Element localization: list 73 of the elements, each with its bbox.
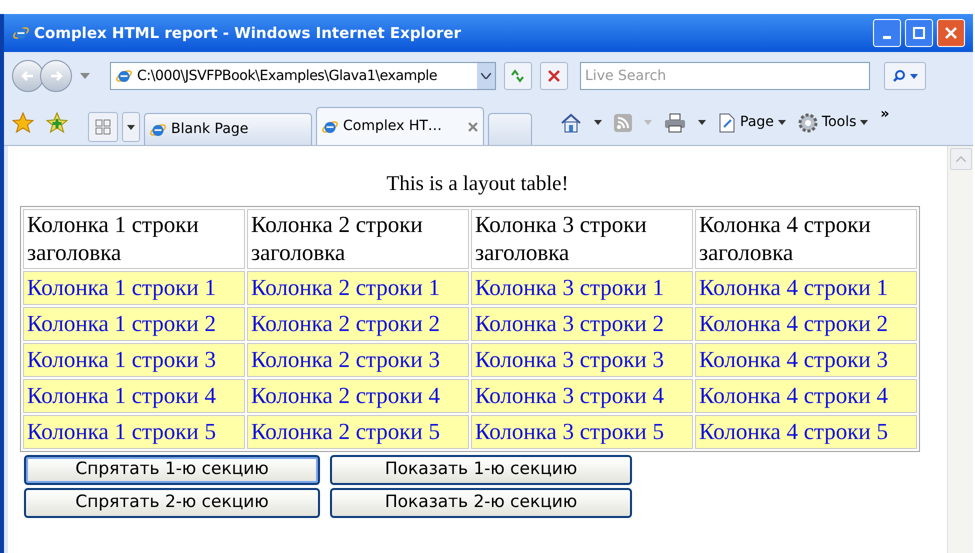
table-cell: Колонка 3 строки 2 xyxy=(471,306,693,340)
header-cell: Колонка 3 строки заголовка xyxy=(471,208,693,268)
section-button[interactable]: Показать 2-ю секцию xyxy=(330,488,632,518)
table-cell: Колонка 1 строки 1 xyxy=(23,270,245,304)
favorites-star-icon[interactable] xyxy=(12,112,34,134)
header-cell: Колонка 4 строки заголовка xyxy=(695,208,917,268)
close-tab-icon[interactable] xyxy=(467,120,479,132)
toolbar-menu-button[interactable]: Page xyxy=(718,112,786,133)
table-cell: Колонка 2 строки 1 xyxy=(247,270,469,304)
table-cell: Колонка 4 строки 1 xyxy=(695,270,917,304)
table-cell: Колонка 1 строки 4 xyxy=(23,378,245,412)
refresh-icon xyxy=(510,69,526,83)
add-favorite-icon[interactable] xyxy=(46,112,68,134)
home-icon[interactable] xyxy=(560,112,582,132)
caret-icon xyxy=(481,73,491,79)
caret-icon xyxy=(910,74,918,78)
table-cell: Колонка 4 строки 2 xyxy=(695,306,917,340)
section-button[interactable]: Спрятать 1-ю секцию xyxy=(24,454,320,484)
section-button[interactable]: Показать 1-ю секцию xyxy=(330,454,632,484)
close-icon xyxy=(944,26,958,40)
table-cell: Колонка 2 строки 4 xyxy=(247,378,469,412)
table-cell: Колонка 4 строки 3 xyxy=(695,342,917,376)
header-cell: Колонка 1 строки заголовка xyxy=(23,208,245,268)
tab-list-button[interactable] xyxy=(122,112,140,142)
dropdown-icon[interactable] xyxy=(477,63,495,89)
dropdown-icon[interactable] xyxy=(698,120,706,125)
table-cell: Колонка 1 строки 5 xyxy=(23,414,245,448)
caret-icon xyxy=(860,120,868,125)
caret-icon xyxy=(778,120,786,125)
window-title: Complex HTML report - Windows Internet Explorer xyxy=(34,22,461,44)
back-button[interactable] xyxy=(12,60,44,92)
table-cell: Колонка 2 строки 5 xyxy=(247,414,469,448)
stop-button[interactable] xyxy=(540,62,568,90)
table-cell: Колонка 4 строки 5 xyxy=(695,414,917,448)
scroll-up-button[interactable] xyxy=(950,148,972,170)
minimize-icon xyxy=(883,36,891,38)
table-cell: Колонка 3 строки 1 xyxy=(471,270,693,304)
minimize-button[interactable] xyxy=(873,19,901,47)
search-field[interactable]: Live Search xyxy=(580,62,870,90)
toolbar-overflow-button[interactable]: » xyxy=(880,104,890,125)
table-caption: This is a layout table! xyxy=(386,170,570,197)
table-cell: Колонка 2 строки 2 xyxy=(247,306,469,340)
table-cell: Колонка 3 строки 5 xyxy=(471,414,693,448)
stop-icon xyxy=(548,70,560,82)
maximize-icon xyxy=(912,26,926,40)
caret-icon xyxy=(127,124,135,130)
search-button[interactable] xyxy=(884,62,926,90)
table-cell: Колонка 3 строки 3 xyxy=(471,342,693,376)
address-field[interactable]: C:\000\JSVFPBook\Examples\Glava1\example xyxy=(110,62,496,90)
printer-icon[interactable] xyxy=(664,112,686,132)
table-cell: Колонка 2 строки 3 xyxy=(247,342,469,376)
feeds-icon[interactable] xyxy=(614,114,632,132)
page-e-icon xyxy=(115,67,133,85)
search-icon xyxy=(892,69,906,83)
gear-icon xyxy=(798,112,818,132)
maximize-button[interactable] xyxy=(905,19,933,47)
table-cell: Колонка 4 строки 4 xyxy=(695,378,917,412)
table-cell: Колонка 3 строки 4 xyxy=(471,378,693,412)
header-cell: Колонка 2 строки заголовка xyxy=(247,208,469,268)
browser-e-icon xyxy=(12,24,30,42)
close-button[interactable] xyxy=(937,19,965,47)
forward-button[interactable] xyxy=(40,60,72,92)
refresh-button[interactable] xyxy=(504,62,532,90)
table-cell: Колонка 1 строки 3 xyxy=(23,342,245,376)
table-cell: Колонка 1 строки 2 xyxy=(23,306,245,340)
dropdown-icon[interactable] xyxy=(594,120,602,125)
grid-icon xyxy=(95,119,111,135)
section-button[interactable]: Спрятать 2-ю секцию xyxy=(24,488,320,518)
new-tab-button[interactable] xyxy=(488,113,532,145)
browser-tab[interactable]: Complex HT… xyxy=(316,107,484,145)
toolbar-menu-button[interactable]: Tools xyxy=(798,112,868,133)
page-icon xyxy=(718,112,736,132)
browser-tab[interactable]: Blank Page xyxy=(144,113,312,145)
